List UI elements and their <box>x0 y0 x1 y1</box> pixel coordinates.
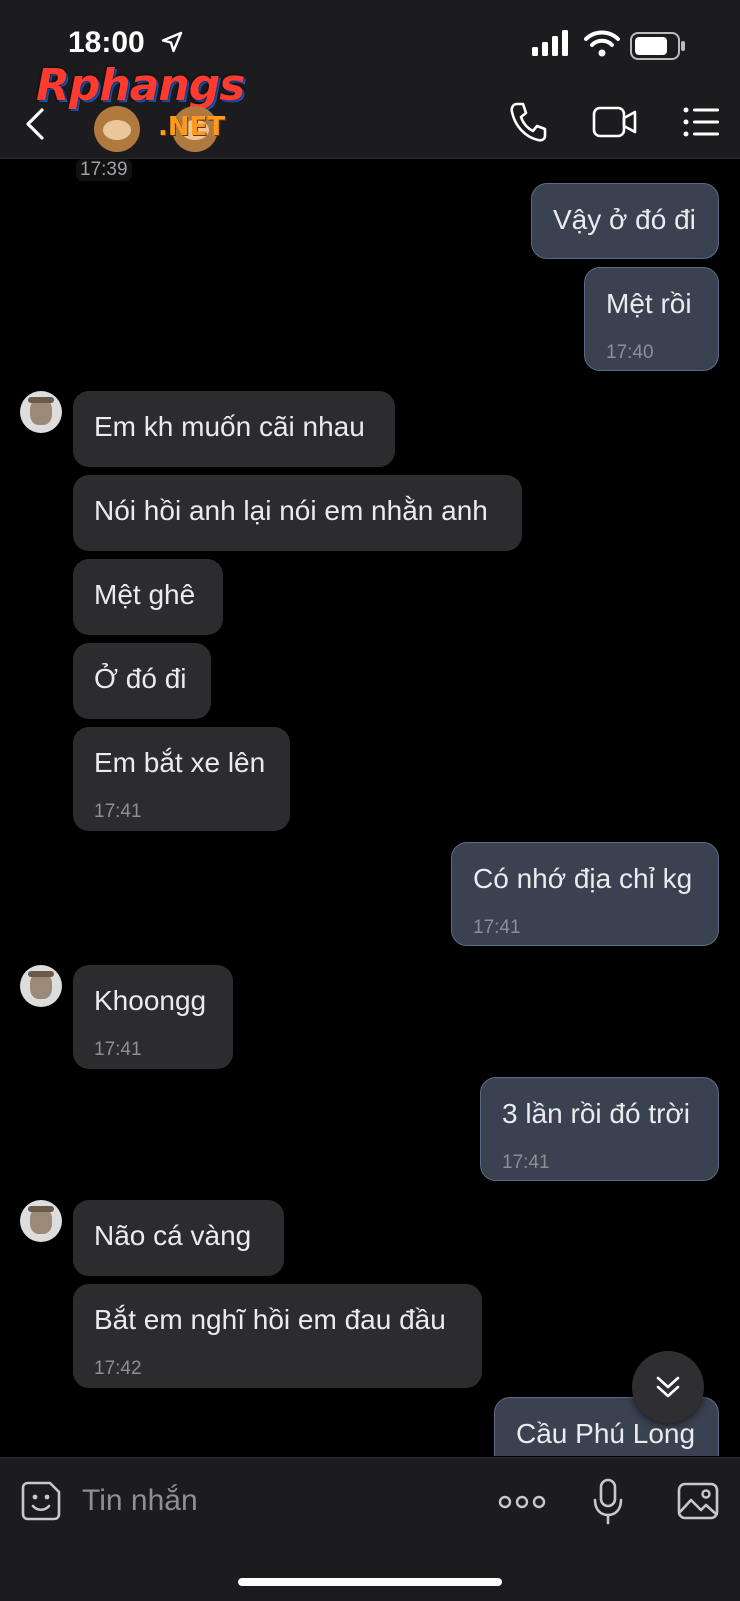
message-text: Có nhớ địa chỉ kg <box>473 863 693 894</box>
status-time: 18:00 <box>68 26 145 59</box>
message-text: Khoongg <box>94 985 207 1016</box>
message-text: Mệt ghê <box>94 579 196 610</box>
message-time: 17:41 <box>94 801 142 822</box>
message-composer: Tin nhắn <box>0 1457 740 1601</box>
wifi-icon <box>584 30 620 57</box>
sticker-icon[interactable] <box>20 1480 62 1522</box>
video-call-icon[interactable] <box>592 100 638 144</box>
image-gallery-icon[interactable] <box>676 1480 720 1522</box>
outgoing-message[interactable]: Vậy ở đó đi <box>531 183 719 259</box>
incoming-message[interactable]: Não cá vàng <box>73 1200 284 1276</box>
message-text: 3 lần rồi đó trời <box>502 1098 691 1129</box>
list-menu-icon[interactable] <box>682 100 722 144</box>
incoming-message[interactable]: Ở đó đi <box>73 643 211 719</box>
incoming-message[interactable]: Em kh muốn cãi nhau <box>73 391 395 467</box>
phone-icon[interactable] <box>508 100 548 144</box>
message-time: 17:40 <box>606 342 654 363</box>
monkey-emoji-icon <box>94 106 140 152</box>
message-time: 17:42 <box>94 1358 142 1379</box>
message-list[interactable]: 17:39 Vậy ở đó đi Mệt rồi 17:40 Em kh mu… <box>0 159 740 1456</box>
incoming-message[interactable]: Em bắt xe lên 17:41 <box>73 727 290 831</box>
logo-suffix: .NET <box>158 112 226 142</box>
location-arrow-icon <box>161 31 183 53</box>
incoming-message[interactable]: Bắt em nghĩ hồi em đau đầu 17:42 <box>73 1284 482 1388</box>
more-options-icon[interactable] <box>498 1492 546 1512</box>
contact-avatar[interactable] <box>20 1200 62 1242</box>
outgoing-message[interactable]: Mệt rồi 17:40 <box>584 267 719 371</box>
message-text: Em bắt xe lên <box>94 747 266 778</box>
message-text: Vậy ở đó đi <box>553 204 696 235</box>
message-time: 17:41 <box>473 917 521 938</box>
signal-icon <box>532 30 568 56</box>
battery-icon <box>630 32 685 60</box>
message-text: Em kh muốn cãi nhau <box>94 411 365 442</box>
incoming-message[interactable]: Mệt ghê <box>73 559 223 635</box>
outgoing-message[interactable]: 3 lần rồi đó trời 17:41 <box>480 1077 719 1181</box>
message-text: Não cá vàng <box>94 1220 252 1251</box>
incoming-message[interactable]: Nói hồi anh lại nói em nhằn anh <box>73 475 522 551</box>
chat-header: Rphangs .NET <box>0 60 740 159</box>
watermark-logo: Rphangs .NET <box>36 60 256 156</box>
message-text: Mệt rồi <box>606 288 692 319</box>
incoming-message[interactable]: Khoongg 17:41 <box>73 965 233 1069</box>
contact-avatar[interactable] <box>20 391 62 433</box>
message-text: Ở đó đi <box>94 663 187 694</box>
contact-avatar[interactable] <box>20 965 62 1007</box>
outgoing-message[interactable]: Có nhớ địa chỉ kg 17:41 <box>451 842 719 946</box>
message-timestamp: 17:39 <box>76 159 132 181</box>
message-text: Nói hồi anh lại nói em nhằn anh <box>94 495 488 526</box>
logo-text: Rphangs <box>36 60 245 111</box>
message-time: 17:41 <box>502 1152 550 1173</box>
scroll-to-bottom-button[interactable] <box>632 1351 704 1423</box>
home-indicator <box>238 1578 502 1586</box>
message-input[interactable]: Tin nhắn <box>82 1484 198 1518</box>
microphone-icon[interactable] <box>592 1478 624 1526</box>
message-time: 17:41 <box>94 1039 142 1060</box>
double-chevron-down-icon <box>656 1376 680 1398</box>
message-text: Bắt em nghĩ hồi em đau đầu <box>94 1304 446 1335</box>
